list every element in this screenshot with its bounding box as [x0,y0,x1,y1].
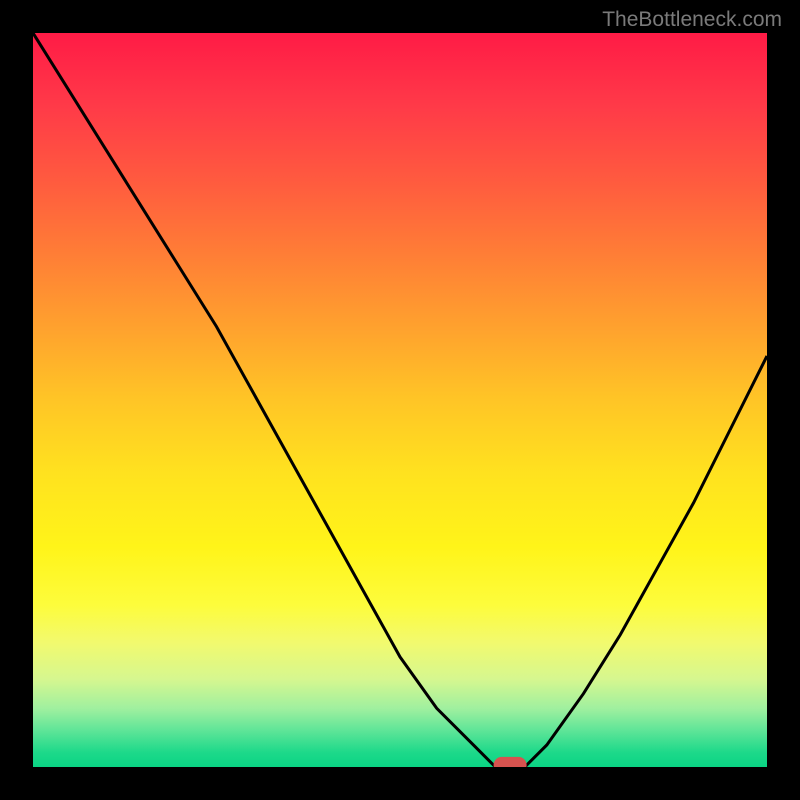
chart-plot-area [33,33,767,767]
watermark-text: TheBottleneck.com [602,8,782,32]
bottleneck-curve-line [33,33,767,767]
chart-svg [33,33,767,767]
optimal-marker [494,757,527,767]
